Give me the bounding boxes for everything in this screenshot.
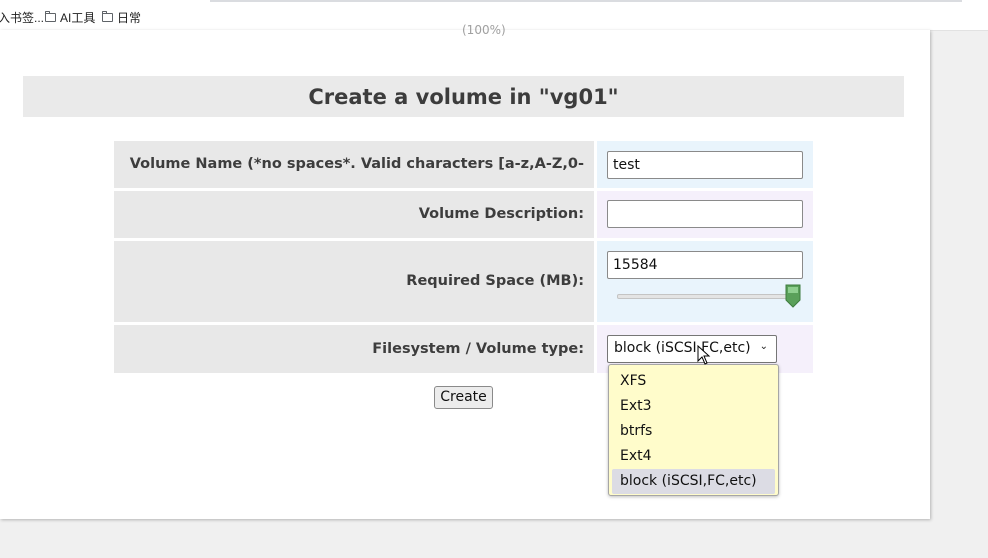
- volume-description-label: Volume Description:: [418, 206, 584, 222]
- tab-strip-edge: [210, 0, 962, 2]
- mouse-cursor-icon: [697, 345, 711, 365]
- folder-icon: [45, 11, 56, 22]
- filesystem-dropdown-list: XFS Ext3 btrfs Ext4 block (iSCSI,FC,etc): [608, 364, 779, 496]
- page-title: Create a volume in "vg01": [308, 85, 619, 109]
- filesystem-option-block[interactable]: block (iSCSI,FC,etc): [612, 469, 775, 494]
- required-space-label: Required Space (MB):: [406, 273, 584, 289]
- filesystem-selected-value: block (iSCSI,FC,etc): [614, 340, 751, 356]
- volume-name-input-cell: [597, 141, 813, 188]
- volume-description-label-cell: Volume Description:: [114, 191, 594, 238]
- filesystem-label-cell: Filesystem / Volume type:: [114, 325, 594, 373]
- required-space-input[interactable]: [607, 251, 803, 279]
- bookmark-import[interactable]: 入书签...: [0, 9, 44, 26]
- bookmark-label: AI工具: [60, 11, 96, 25]
- zoom-text: (100%): [462, 23, 506, 37]
- bookmark-ai-tools[interactable]: AI工具: [45, 9, 95, 26]
- page-content: (100%) Create a volume in "vg01" Volume …: [0, 23, 930, 519]
- required-space-input-cell: [597, 241, 813, 322]
- required-space-slider-track[interactable]: [617, 294, 795, 299]
- volume-description-input-cell: [597, 191, 813, 238]
- chevron-down-icon: ⌄: [759, 341, 768, 352]
- folder-icon: [102, 11, 113, 22]
- bookmark-daily[interactable]: 日常: [102, 9, 141, 26]
- volume-name-label-cell: Volume Name (*no spaces*. Valid characte…: [114, 141, 594, 219]
- volume-description-input[interactable]: [607, 200, 803, 228]
- filesystem-option-btrfs[interactable]: btrfs: [612, 419, 775, 444]
- create-button[interactable]: Create: [434, 386, 493, 409]
- filesystem-select[interactable]: block (iSCSI,FC,etc) ⌄: [607, 335, 777, 363]
- bookmark-label: 入书签...: [0, 11, 45, 25]
- heading-band: Create a volume in "vg01": [23, 76, 904, 117]
- volume-name-input[interactable]: [607, 151, 803, 179]
- filesystem-label: Filesystem / Volume type:: [372, 341, 584, 357]
- slider-handle-icon[interactable]: [785, 284, 801, 308]
- bookmark-label: 日常: [117, 11, 142, 25]
- filesystem-option-xfs[interactable]: XFS: [612, 369, 775, 394]
- filesystem-option-ext4[interactable]: Ext4: [612, 444, 775, 469]
- required-space-label-cell: Required Space (MB):: [114, 241, 594, 322]
- filesystem-option-ext3[interactable]: Ext3: [612, 394, 775, 419]
